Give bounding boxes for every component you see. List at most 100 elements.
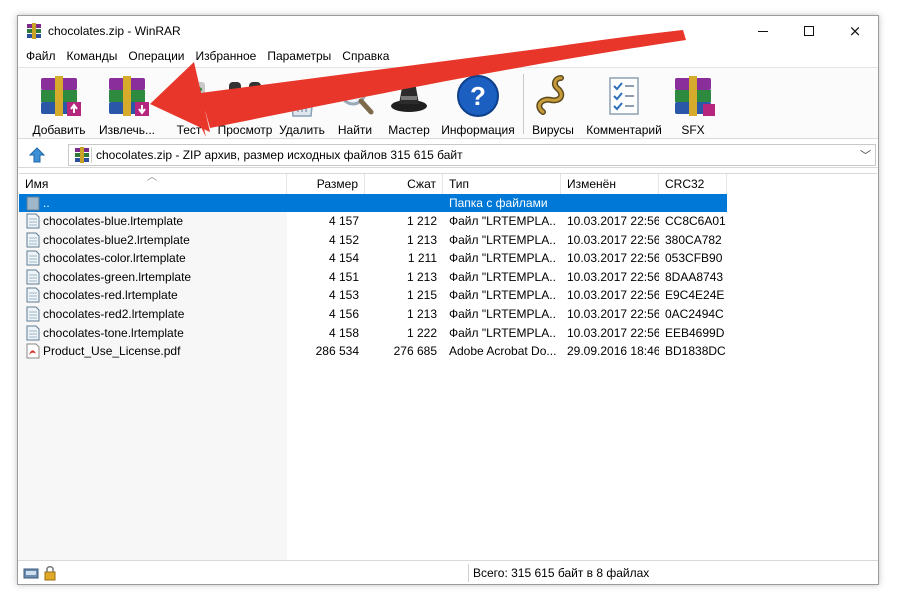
folder-up-icon [26,196,40,211]
cell-name: chocolates-tone.lrtemplate [43,325,184,340]
menu-operations[interactable]: Операции [123,46,190,66]
cell-type: Файл "LRTEMPLA... [449,251,557,266]
maximize-icon [804,26,814,36]
cell-name: chocolates-red.lrtemplate [43,288,178,303]
status-separator [468,564,469,582]
arrow-up-icon [28,147,46,163]
find-magnifier-icon [339,78,374,115]
sort-ascending-icon: ︿ [147,173,157,183]
maximize-button[interactable] [786,16,832,46]
chevron-down-icon[interactable]: ﹀ [860,147,871,163]
cell-packed: 1 215 [406,288,437,303]
file-row[interactable]: chocolates-blue.lrtemplate 4 157 1 212 Файл… [19,212,727,230]
title-bar[interactable]: chocolates.zip - WinRAR × [18,16,878,46]
cell-type: Файл "LRTEMPLA... [449,325,557,340]
column-header-packed[interactable]: Сжат [365,174,443,194]
address-text: chocolates.zip - ZIP архив, размер исход… [96,148,463,162]
column-header-modified[interactable]: Изменён [561,174,659,194]
view-label: Просмотр [217,123,273,137]
menu-favorites[interactable]: Избранное [191,46,263,66]
column-header-size[interactable]: Размер [287,174,365,194]
cell-size: 4 157 [328,214,359,228]
lock-icon[interactable] [42,565,58,581]
find-button[interactable]: Найти [330,72,380,138]
menu-file[interactable]: Файл [21,46,62,66]
wizard-button[interactable]: Мастер [382,72,436,138]
comment-button[interactable]: Комментарий [582,72,666,138]
add-button[interactable]: Добавить [28,72,90,138]
drive-icon[interactable] [23,565,39,581]
cell-crc32: E9C4E24E [665,288,725,303]
delete-button[interactable]: Удалить [276,72,328,138]
column-header-modified-label: Изменён [567,177,616,191]
cell-modified: 10.03.2017 22:56 [567,307,659,321]
delete-trash-icon [288,82,316,117]
winrar-window: chocolates.zip - WinRAR × Файл Команды О… [17,15,879,585]
cell-modified: 10.03.2017 22:56 [567,269,659,284]
column-header-packed-label: Сжат [407,177,436,191]
cell-packed: 1 213 [406,232,437,247]
cell-type: Файл "LRTEMPLA... [449,214,557,228]
template-file-icon [26,306,40,322]
close-icon: × [848,22,862,40]
virus-scan-button[interactable]: Вирусы [528,72,578,138]
cell-name: chocolates-blue.lrtemplate [43,214,184,228]
up-folder-button[interactable] [26,145,48,165]
zip-archive-icon [75,147,89,163]
cell-size: 4 156 [328,307,359,321]
cell-type: Adobe Acrobat Do... [449,344,557,359]
column-header-size-label: Размер [316,177,358,191]
file-row[interactable]: Product_Use_License.pdf 286 534 276 685 Ado… [19,342,727,360]
column-header-name[interactable]: Имя ︿ [19,174,287,194]
rar-extract-icon [109,76,149,116]
file-row[interactable]: chocolates-green.lrtemplate 4 151 1 213 Фай… [19,268,727,286]
cell-packed: 1 212 [406,214,437,228]
view-binoculars-icon [229,82,261,114]
cell-crc32: 8DAA8743 [665,269,724,284]
cell-name: chocolates-blue2.lrtemplate [43,232,190,247]
file-row[interactable]: chocolates-tone.lrtemplate 4 158 1 222 Файл… [19,324,727,342]
comment-checklist-icon [609,77,639,115]
close-button[interactable]: × [832,16,878,46]
column-header-crc32[interactable]: CRC32 [659,174,727,194]
status-icons [23,565,58,581]
extract-button[interactable]: Извлечь... [92,72,162,138]
svg-text:?: ? [470,81,486,111]
cell-modified: 10.03.2017 22:56 [567,251,659,266]
cell-packed: 1 222 [406,325,437,340]
menu-options[interactable]: Параметры [262,46,337,66]
extract-label: Извлечь... [98,123,155,137]
column-header-type-label: Тип [449,177,470,191]
info-question-icon: ? [457,75,499,117]
test-button[interactable]: Тест [164,72,214,138]
winrar-app-icon [27,23,41,39]
sfx-button[interactable]: SFX [668,72,718,138]
view-button[interactable]: Просмотр [214,72,276,138]
menu-commands[interactable]: Команды [62,46,124,66]
column-header-type[interactable]: Тип [443,174,561,194]
minimize-button[interactable] [740,16,786,46]
cell-size: 4 153 [328,288,359,303]
file-row[interactable]: chocolates-red2.lrtemplate 4 156 1 213 Файл… [19,305,727,323]
cell-type: Файл "LRTEMPLA... [449,232,557,247]
cell-size: 4 154 [328,251,359,266]
info-button[interactable]: ? Информация [438,72,518,138]
cell-packed: 276 685 [393,344,437,359]
template-file-icon [26,213,40,229]
column-header-name-label: Имя [25,177,49,191]
test-label: Тест [176,123,202,137]
parent-folder-type: Папка с файлами [449,196,548,210]
menu-help[interactable]: Справка [337,46,395,66]
cell-modified: 10.03.2017 22:56 [567,288,659,303]
cell-name: chocolates-color.lrtemplate [43,251,186,266]
sfx-rar-icon [675,76,715,116]
file-row[interactable]: chocolates-red.lrtemplate 4 153 1 215 Файл … [19,286,727,304]
address-field[interactable]: chocolates.zip - ZIP архив, размер исход… [68,144,876,166]
cell-name: Product_Use_License.pdf [43,344,181,359]
parent-folder-row[interactable]: .. Папка с файлами [19,194,727,212]
file-row[interactable]: chocolates-blue2.lrtemplate 4 152 1 213 Фай… [19,231,727,249]
cell-packed: 1 211 [407,251,437,266]
cell-type: Файл "LRTEMPLA... [449,269,557,284]
status-bar: Всего: 315 615 байт в 8 файлах [18,560,878,584]
file-row[interactable]: chocolates-color.lrtemplate 4 154 1 211 Фай… [19,249,727,267]
